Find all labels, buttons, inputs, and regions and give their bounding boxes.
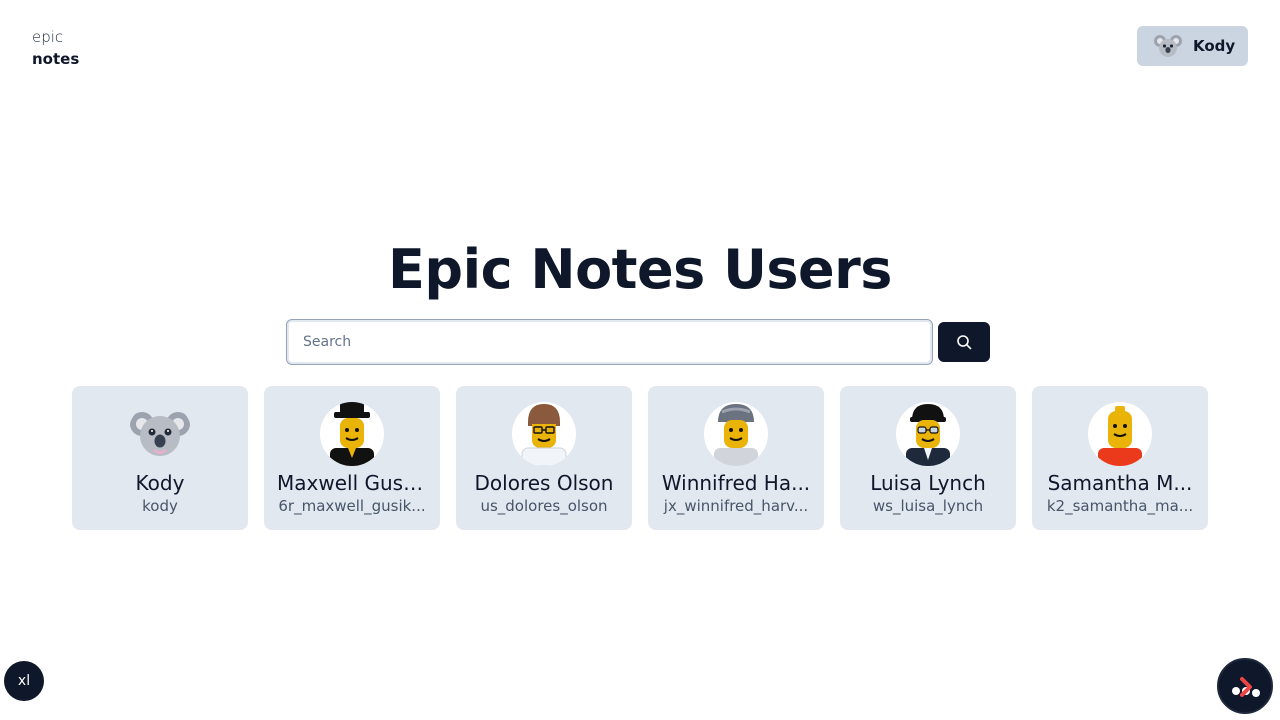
user-username: kody bbox=[142, 497, 178, 515]
theme-switch-button[interactable]: xl bbox=[4, 661, 44, 701]
user-card[interactable]: Luisa Lynch ws_luisa_lynch bbox=[840, 386, 1016, 530]
user-username: 6r_maxwell_gusik... bbox=[278, 497, 426, 515]
user-list: Kody kody Maxwell Gusi... 6r_maxwell_gus… bbox=[72, 386, 1208, 530]
devtools-toggle-button[interactable] bbox=[1217, 658, 1273, 714]
user-name: Luisa Lynch bbox=[870, 471, 986, 495]
search-form bbox=[286, 319, 990, 365]
user-menu-label: Kody bbox=[1193, 37, 1236, 55]
search-button[interactable] bbox=[938, 322, 990, 362]
user-name: Maxwell Gusi... bbox=[277, 471, 427, 495]
user-username: ws_luisa_lynch bbox=[872, 497, 984, 515]
user-menu-button[interactable]: Kody bbox=[1137, 26, 1248, 66]
minifig-avatar-icon bbox=[896, 402, 960, 466]
user-card[interactable]: Kody kody bbox=[72, 386, 248, 530]
user-card[interactable]: Maxwell Gusi... 6r_maxwell_gusik... bbox=[264, 386, 440, 530]
user-name: Winnifred Ha... bbox=[661, 471, 811, 495]
minifig-avatar-icon bbox=[1088, 402, 1152, 466]
user-card[interactable]: Samantha M... k2_samantha_ma... bbox=[1032, 386, 1208, 530]
devtools-logo-icon bbox=[1232, 677, 1260, 697]
logo-line-epic: epic bbox=[32, 28, 64, 46]
koala-avatar-icon bbox=[1154, 35, 1182, 57]
user-name: Dolores Olson bbox=[474, 471, 614, 495]
user-card[interactable]: Dolores Olson us_dolores_olson bbox=[456, 386, 632, 530]
user-name: Kody bbox=[135, 471, 185, 495]
minifig-avatar-icon bbox=[512, 402, 576, 466]
user-username: us_dolores_olson bbox=[480, 497, 608, 515]
user-card[interactable]: Winnifred Ha... jx_winnifred_harv... bbox=[648, 386, 824, 530]
search-icon bbox=[957, 335, 972, 350]
koala-avatar-icon bbox=[128, 402, 192, 466]
search-input[interactable] bbox=[286, 319, 933, 365]
minifig-avatar-icon bbox=[320, 402, 384, 466]
user-username: jx_winnifred_harv... bbox=[663, 497, 809, 515]
logo-line-notes: notes bbox=[32, 50, 80, 68]
user-username: k2_samantha_ma... bbox=[1046, 497, 1194, 515]
user-name: Samantha M... bbox=[1047, 471, 1193, 495]
logo[interactable]: epic notes bbox=[32, 26, 79, 70]
page-title: Epic Notes Users bbox=[388, 238, 892, 301]
minifig-avatar-icon bbox=[704, 402, 768, 466]
